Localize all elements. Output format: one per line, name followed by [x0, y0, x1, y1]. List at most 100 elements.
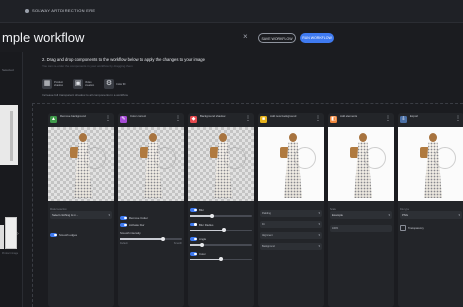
toggle-label: Blur Radius — [199, 222, 214, 227]
component-card-export[interactable]: ⇩ Export ⋮ File type PNG ▾ Transparency — [398, 113, 463, 307]
app-logo-icon — [25, 9, 29, 13]
card-title: Add new background — [270, 114, 297, 118]
slider-knob[interactable] — [219, 257, 223, 262]
preview-image — [48, 127, 114, 201]
chevron-right-icon[interactable]: › — [17, 231, 19, 237]
component-card-color-correct[interactable]: ✎ Color correct ⋮ Remove Cutter Activate… — [118, 113, 184, 307]
save-workflow-button[interactable]: SAVE WORKFLOW — [258, 33, 296, 43]
preview-image — [398, 127, 463, 201]
slider-min-label: Default — [120, 241, 128, 245]
model-select[interactable]: Select clothing & m... ▾ — [50, 211, 112, 219]
component-card-remove-background[interactable]: ▲ Remove background ⋮ Model selection Se… — [48, 113, 114, 307]
run-workflow-button[interactable]: RUN WORKFLOW — [300, 33, 334, 43]
component-toolbar: ▦ Product shadow ▣ Video creation ⚙ Colo… — [42, 75, 130, 93]
angle-slider[interactable] — [190, 242, 252, 247]
smooth-edges-toggle[interactable]: Smooth edges — [50, 233, 112, 237]
chevron-down-icon: ▾ — [318, 244, 320, 248]
tool-color-fill[interactable]: ⚙ Color fill — [104, 75, 130, 93]
smooth-intensity-slider[interactable] — [120, 236, 182, 241]
toggle-label: Color — [199, 251, 206, 256]
blur-radius-slider[interactable] — [190, 228, 252, 233]
tool-product-shadow[interactable]: ▦ Product shadow — [42, 75, 68, 93]
brand-label: SOLWAY ARTDIRECTION ERE — [32, 8, 96, 13]
more-menu-icon[interactable]: ⋮ — [245, 115, 251, 122]
card-header: ■ Add new background ⋮ — [260, 114, 322, 126]
scale-select[interactable]: Example ▾ — [330, 211, 392, 219]
left-sidebar: Selected Product image — [0, 52, 23, 307]
more-menu-icon[interactable]: ⋮ — [105, 115, 111, 122]
more-menu-icon[interactable]: ⋮ — [315, 115, 321, 122]
thumbnail-edge — [0, 225, 4, 249]
slider-knob[interactable] — [209, 213, 214, 218]
blur-slider[interactable] — [190, 213, 252, 218]
checkbox-label: Transparency — [408, 226, 424, 230]
slider-fill — [190, 215, 212, 217]
transparency-checkbox[interactable]: Transparency — [400, 225, 462, 231]
select-label: Background — [262, 245, 275, 248]
watermark-icon — [364, 147, 386, 169]
workflow-title[interactable]: mple workflow — [2, 30, 84, 45]
chevron-down-icon: ▾ — [318, 233, 320, 237]
chevron-down-icon: ▾ — [108, 213, 110, 217]
card-title: Remove background — [60, 114, 86, 118]
card-title: Color correct — [130, 114, 147, 118]
watermark-icon — [224, 147, 246, 169]
select-value: Select clothing & m... — [52, 213, 79, 217]
component-badge-icon: ⇩ — [400, 116, 407, 123]
sidebar-label: Selected — [2, 68, 14, 72]
toggle-label: Blur — [199, 208, 204, 212]
chevron-down-icon: ▾ — [388, 213, 390, 217]
card-title: Add elements — [340, 114, 358, 118]
toggle-switch[interactable] — [190, 252, 197, 256]
toggle-label: Remove Cutter — [129, 216, 148, 220]
input-value: 100% — [332, 227, 339, 230]
slider-max-label: Smooth — [173, 241, 182, 245]
toggle-switch[interactable] — [190, 237, 197, 241]
checkbox-box[interactable] — [400, 225, 406, 231]
component-card-add-elements[interactable]: ◧ Add elements ⋮ Scale Example ▾ 100% — [328, 113, 394, 307]
fit-select[interactable]: Fit ▾ — [260, 221, 322, 228]
component-card-background-shadow[interactable]: ◆ Background shadow ⋮ Blur Blur Radius A… — [188, 113, 254, 307]
padding-select[interactable]: Padding ▾ — [260, 210, 322, 217]
select-value: PNG — [402, 213, 409, 217]
selected-thumbnail[interactable] — [5, 217, 17, 249]
select-label: Padding — [262, 212, 271, 215]
toggle-switch[interactable] — [190, 222, 197, 227]
card-header: ▲ Remove background ⋮ — [50, 114, 112, 126]
watermark-icon — [154, 147, 176, 169]
toggle-switch[interactable] — [190, 208, 197, 212]
background-select[interactable]: Background ▾ — [260, 243, 322, 250]
more-menu-icon[interactable]: ⋮ — [385, 115, 391, 122]
workflow-note: Increase full transparent shadow to all … — [42, 93, 128, 97]
scale-input[interactable]: 100% — [330, 225, 392, 232]
tool-video-creation[interactable]: ▣ Video creation — [73, 75, 99, 93]
step-instruction: 2. Drag and drop components to the workf… — [42, 57, 205, 62]
source-image-thumbnail[interactable] — [0, 105, 18, 165]
component-card-add-background[interactable]: ■ Add new background ⋮ Padding ▾ Fit ▾ Ali… — [258, 113, 324, 307]
toggle-switch[interactable] — [120, 216, 127, 220]
watermark-icon — [84, 147, 106, 169]
settings-icon: ⚙ — [104, 79, 114, 89]
sidebar-label-2: Product image — [2, 252, 19, 255]
slider-knob[interactable] — [161, 236, 166, 241]
color-slider[interactable] — [190, 257, 252, 262]
alignment-select[interactable]: Alignment ▾ — [260, 232, 322, 239]
close-icon[interactable]: × — [243, 32, 248, 41]
file-type-select[interactable]: PNG ▾ — [400, 211, 462, 219]
card-title: Export — [410, 114, 419, 118]
select-value: Example — [332, 213, 343, 217]
card-header: ◆ Background shadow ⋮ — [190, 114, 252, 126]
preview-image — [188, 127, 254, 201]
component-badge-icon: ▲ — [50, 116, 57, 123]
preview-image — [328, 127, 394, 201]
tool-label: Video creation — [85, 81, 95, 87]
toggle-switch[interactable] — [50, 233, 57, 237]
more-menu-icon[interactable]: ⋮ — [175, 115, 181, 122]
toggle-switch[interactable] — [120, 223, 127, 227]
chevron-down-icon: ▾ — [318, 211, 320, 215]
product-shadow-icon: ▦ — [42, 79, 52, 89]
more-menu-icon[interactable]: ⋮ — [455, 115, 461, 122]
slider-fill — [120, 238, 164, 240]
component-badge-icon: ■ — [260, 116, 267, 123]
card-title: Background shadow — [200, 114, 226, 118]
